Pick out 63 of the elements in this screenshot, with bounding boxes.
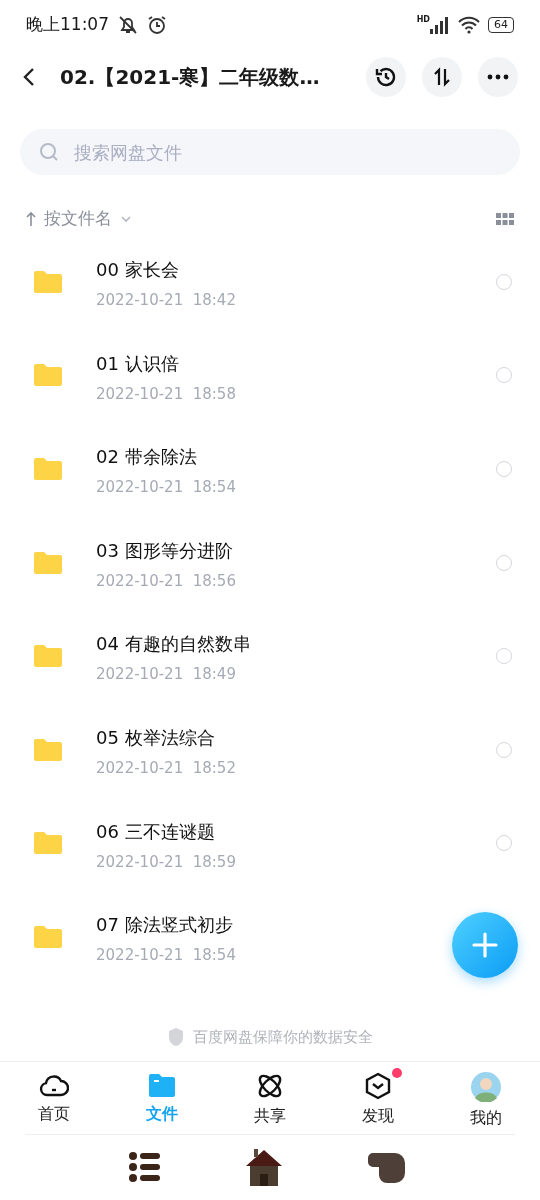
modified-date: 2022-10-21 18:56 bbox=[96, 570, 236, 592]
modified-date: 2022-10-21 18:52 bbox=[96, 758, 236, 779]
folder-name: 05 枚举法综合 bbox=[96, 726, 215, 750]
up-arrow-icon bbox=[26, 211, 36, 227]
folder-name: 06 三不连谜题 bbox=[96, 819, 215, 844]
folder-row[interactable]: 03 图形等分进阶 2022-10-21 18:56 bbox=[0, 515, 540, 610]
more-button[interactable] bbox=[478, 57, 518, 97]
folder-name: 00 家长会 bbox=[96, 258, 179, 283]
shield-icon bbox=[167, 1026, 185, 1047]
avatar-icon bbox=[471, 1071, 501, 1102]
modified-date: 2022-10-21 18:58 bbox=[96, 383, 236, 405]
status-time: 晚上11:07 bbox=[26, 13, 109, 37]
signal-icon bbox=[430, 16, 450, 34]
folder-icon bbox=[32, 830, 64, 857]
history-button[interactable] bbox=[366, 57, 406, 97]
modified-date: 2022-10-21 18:54 bbox=[96, 477, 236, 499]
battery-indicator: 64 bbox=[488, 17, 514, 33]
add-button[interactable] bbox=[452, 912, 518, 978]
folder-name: 03 图形等分进阶 bbox=[96, 538, 233, 563]
folder-icon bbox=[32, 643, 64, 670]
modified-date: 2022-10-21 18:54 bbox=[96, 945, 236, 967]
tab[interactable]: 共享 bbox=[216, 1061, 324, 1134]
folder-icon bbox=[32, 362, 64, 389]
more-icon bbox=[487, 74, 509, 80]
folder-icon bbox=[32, 736, 64, 763]
folder-title: 02.【2021-寒】二年级数… bbox=[60, 64, 321, 91]
security-note: 百度网盘保障你的数据安全 bbox=[193, 1026, 373, 1048]
folder-row[interactable]: 05 枚举法综合 2022-10-21 18:52 bbox=[0, 702, 540, 797]
modified-date: 2022-10-21 18:59 bbox=[96, 851, 236, 873]
folder-row[interactable]: 07 除法竖式初步 2022-10-21 18:54 bbox=[0, 890, 540, 984]
tab[interactable]: 发现 bbox=[324, 1061, 432, 1134]
wifi-icon bbox=[458, 16, 480, 34]
modified-date: 2022-10-21 18:49 bbox=[96, 664, 236, 686]
cube-icon bbox=[364, 1071, 392, 1100]
folder-icon bbox=[32, 923, 64, 950]
menu-icon[interactable] bbox=[128, 1149, 162, 1184]
back-icon[interactable] bbox=[22, 66, 36, 88]
muted-bell-icon bbox=[117, 15, 139, 35]
folder-name: 04 有趣的自然数串 bbox=[96, 632, 251, 657]
grid-view-icon[interactable] bbox=[496, 213, 514, 225]
folder-row[interactable]: 04 有趣的自然数串 2022-10-21 18:49 bbox=[0, 609, 540, 703]
search-icon bbox=[38, 141, 60, 163]
folder-icon bbox=[32, 549, 64, 576]
folder-icon bbox=[32, 456, 64, 482]
folder-icon bbox=[32, 268, 64, 295]
folder-row[interactable]: 02 带余除法 2022-10-21 18:54 bbox=[0, 422, 540, 516]
folder-name: 02 带余除法 bbox=[96, 445, 197, 470]
tab[interactable]: 我的 bbox=[432, 1061, 540, 1134]
sort-button[interactable] bbox=[422, 57, 462, 97]
modified-date: 2022-10-21 18:42 bbox=[96, 290, 236, 312]
history-icon bbox=[374, 65, 398, 89]
folder-name: 07 除法竖式初步 bbox=[96, 913, 233, 938]
folder-row[interactable]: 01 认识倍 2022-10-21 18:58 bbox=[0, 328, 540, 423]
plus-icon bbox=[471, 931, 499, 959]
folder-row[interactable]: 06 三不连谜题 2022-10-21 18:59 bbox=[0, 796, 540, 891]
folder-name: 01 认识倍 bbox=[96, 351, 179, 376]
network-label: HD bbox=[416, 16, 430, 24]
caret-icon bbox=[120, 215, 132, 223]
folder-row[interactable]: 00 家长会 2022-10-21 18:42 bbox=[0, 235, 540, 329]
folder-icon bbox=[148, 1071, 176, 1098]
tab[interactable]: 首页 bbox=[0, 1061, 108, 1134]
alarm-icon bbox=[147, 15, 167, 35]
search-field[interactable]: 搜索网盘文件 bbox=[20, 129, 520, 175]
